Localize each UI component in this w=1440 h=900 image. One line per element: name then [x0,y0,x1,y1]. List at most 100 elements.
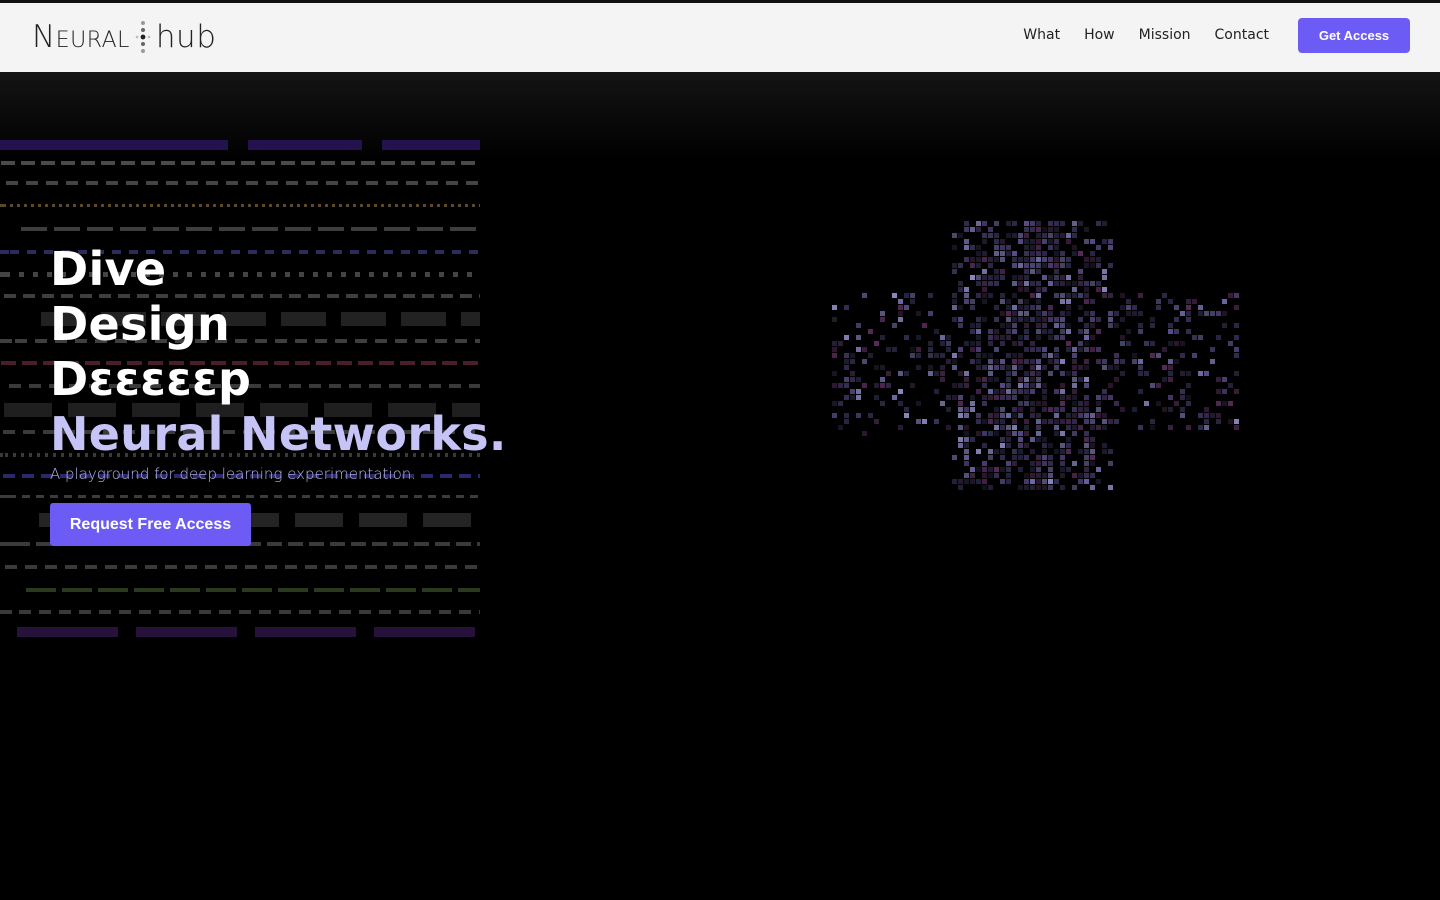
network-pixel [1048,239,1053,244]
pattern-dash [125,565,137,569]
pattern-dash [330,542,345,546]
network-pixel [1066,347,1071,352]
network-pixel [1030,293,1035,298]
network-pixel [994,251,999,256]
network-pixel [1084,449,1089,454]
network-pixel [898,389,903,394]
network-pixel [1072,413,1077,418]
pattern-dash [10,250,19,254]
network-pixel [1048,419,1053,424]
pattern-dash [318,204,321,207]
network-pixel [994,431,999,436]
network-pixel [1024,311,1029,316]
network-pixel [982,269,987,274]
network-pixel [1048,305,1053,310]
headline-line-dive: Dive [50,242,167,296]
network-pixel [856,323,861,328]
pattern-dash [199,204,202,207]
network-pixel [1234,323,1239,328]
pattern-dash [33,272,38,277]
nav-link-how[interactable]: How [1084,27,1115,43]
network-pixel [1078,305,1083,310]
top-navbar: Neural hub What How Mission Contact Get … [0,0,1440,72]
network-pixel [982,419,987,424]
network-pixel [1234,305,1239,310]
network-pixel [1072,425,1077,430]
network-pixel [1228,383,1233,388]
network-pixel [874,383,879,388]
network-pixel [874,395,879,400]
pattern-dash [186,227,212,231]
network-pixel [1096,401,1101,406]
network-pixel [1090,257,1095,262]
network-pixel [892,323,897,328]
network-pixel [916,401,921,406]
network-pixel [1012,461,1017,466]
network-pixel [1072,353,1077,358]
network-pixel [1084,293,1089,298]
network-pixel [964,287,969,292]
get-access-button[interactable]: Get Access [1298,18,1410,53]
network-pixel [1138,311,1143,316]
pattern-dash [0,339,12,343]
network-pixel [1084,431,1089,436]
network-pixel [1012,329,1017,334]
network-pixel [982,275,987,280]
nav-link-contact[interactable]: Contact [1215,27,1269,43]
network-pixel [958,401,963,406]
network-pixel [1018,305,1023,310]
network-pixel [952,245,957,250]
nav-link-what[interactable]: What [1023,27,1060,43]
network-pixel [1060,371,1065,376]
network-pixel [1018,311,1023,316]
network-pixel [940,341,945,346]
network-pixel [970,401,975,406]
headline-line-deep: Dεεεεεp [50,352,252,406]
request-free-access-button[interactable]: Request Free Access [50,503,251,546]
pattern-dash [261,161,275,165]
network-pixel [844,419,849,424]
network-pixel [994,269,999,274]
network-pixel [1210,359,1215,364]
network-pixel [1126,311,1131,316]
network-pixel [1000,341,1005,346]
network-pixel [1018,341,1023,346]
pattern-dash [29,384,41,388]
pattern-dash [360,204,363,207]
network-pixel [850,377,855,382]
pattern-dash [45,565,57,569]
pattern-dash [0,610,12,614]
network-pixel [976,377,981,382]
nav-link-mission[interactable]: Mission [1139,27,1191,43]
network-pixel [946,341,951,346]
pattern-dash [29,453,32,457]
network-pixel [1036,323,1041,328]
network-pixel [1018,275,1023,280]
network-pixel [1048,275,1053,280]
pattern-dash [86,181,98,185]
network-pixel [976,449,981,454]
pattern-dash [241,204,244,207]
brand-logo[interactable]: Neural hub [32,17,216,57]
network-pixel [1090,473,1095,478]
network-pixel [1030,221,1035,226]
network-pixel [1036,371,1041,376]
network-pixel [1180,311,1185,316]
network-pixel [1048,281,1053,286]
pattern-dash [165,565,177,569]
network-pixel [1024,239,1029,244]
pattern-dash [65,565,77,569]
pattern-dash [80,204,83,207]
network-pixel [1102,269,1107,274]
pattern-dash [126,181,138,185]
network-pixel [1192,335,1197,340]
network-pixel [1078,425,1083,430]
network-pixel [970,347,975,352]
pattern-dash [374,204,377,207]
pattern-dash [304,204,307,207]
network-pixel [1012,413,1017,418]
pattern-dash [353,204,356,207]
network-pixel [1210,347,1215,352]
network-pixel [1072,461,1077,466]
network-pixel [1024,287,1029,292]
